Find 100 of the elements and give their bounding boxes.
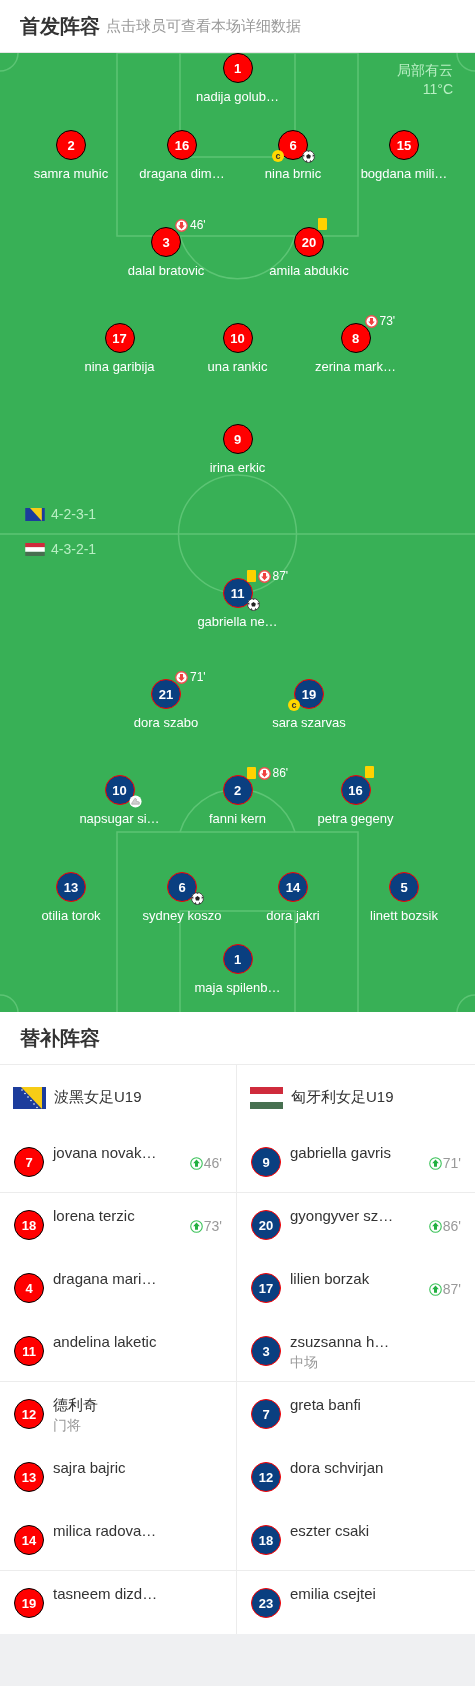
shirt-number[interactable]: 13 bbox=[56, 872, 86, 902]
player-name[interactable]: sara szarvas bbox=[272, 715, 346, 731]
player-name[interactable]: irina erkic bbox=[209, 460, 266, 476]
player-name[interactable]: greta banfi bbox=[290, 1395, 361, 1415]
shirt-number[interactable]: 11 bbox=[14, 1336, 44, 1366]
player-name[interactable]: dora szabo bbox=[133, 715, 199, 731]
substitution-on-icon bbox=[428, 1219, 442, 1233]
corner-arc bbox=[456, 53, 475, 72]
shirt-number[interactable]: 6 bbox=[167, 872, 197, 902]
player-name[interactable]: bogdana mili… bbox=[360, 166, 448, 182]
shirt-number[interactable]: 16 bbox=[340, 775, 371, 805]
captain-badge: c bbox=[272, 150, 284, 162]
player-name[interactable]: amila abdukic bbox=[269, 263, 349, 279]
shirt-number[interactable]: 10 bbox=[104, 775, 135, 805]
substitution-on-icon bbox=[189, 1156, 203, 1170]
player-name[interactable]: tasneem dizd… bbox=[53, 1584, 158, 1604]
team-name: 波黑女足U19 bbox=[54, 1088, 142, 1107]
substitution-off-icon bbox=[364, 314, 378, 328]
shirt-number[interactable]: 20 bbox=[294, 227, 324, 257]
player-name[interactable]: andelina laketic bbox=[53, 1332, 157, 1352]
player-name[interactable]: emilia csejtei bbox=[290, 1584, 376, 1604]
player-name[interactable]: lilien borzak bbox=[290, 1269, 370, 1289]
substitution-minute: 73' bbox=[203, 1218, 222, 1234]
player-name[interactable]: milica radova… bbox=[53, 1521, 157, 1541]
flag-icon bbox=[13, 1086, 46, 1109]
player-position: 门将 bbox=[53, 1416, 82, 1435]
shirt-number[interactable]: 18 bbox=[14, 1210, 44, 1240]
player-name[interactable]: lorena terzic bbox=[53, 1206, 135, 1226]
player-name[interactable]: dalal bratovic bbox=[127, 263, 205, 279]
captain-badge: c bbox=[288, 699, 300, 711]
ball-icon bbox=[191, 892, 204, 905]
shirt-number[interactable]: 15 bbox=[389, 130, 419, 160]
shirt-number[interactable]: 17 bbox=[251, 1273, 281, 1303]
player-name[interactable]: eszter csaki bbox=[290, 1521, 370, 1541]
corner-arc bbox=[456, 994, 475, 1012]
team-name: 匈牙利女足U19 bbox=[291, 1088, 394, 1107]
shirt-number[interactable]: 3 bbox=[251, 1336, 281, 1366]
player-name[interactable]: nina brnic bbox=[264, 166, 322, 182]
shirt-number[interactable]: 9 bbox=[251, 1147, 281, 1177]
shirt-number[interactable]: 4 bbox=[14, 1273, 44, 1303]
player-name[interactable]: linett bozsik bbox=[370, 908, 438, 924]
shirt-number[interactable]: 21 bbox=[151, 679, 181, 709]
player-name[interactable]: sajra bajric bbox=[53, 1458, 126, 1478]
substitution-off-icon bbox=[175, 670, 188, 684]
shirt-number[interactable]: 8 bbox=[340, 323, 371, 353]
shirt-number[interactable]: 12 bbox=[251, 1462, 281, 1492]
substitution-off-icon bbox=[257, 569, 271, 583]
player-name[interactable]: nadija golub… bbox=[195, 89, 280, 105]
shirt-number[interactable]: 1 bbox=[222, 944, 253, 974]
shirt-number[interactable]: 3 bbox=[151, 227, 181, 257]
player-name[interactable]: dora jakri bbox=[266, 908, 320, 924]
shirt-number[interactable]: 1 bbox=[222, 53, 253, 83]
substitution-minute: 46' bbox=[203, 1155, 222, 1171]
player-name[interactable]: gabriella gavris bbox=[290, 1143, 391, 1163]
shirt-number[interactable]: 7 bbox=[14, 1147, 44, 1177]
booking-card-icon bbox=[364, 766, 374, 778]
player-name[interactable]: gyongyver sz… bbox=[290, 1206, 394, 1226]
shirt-number[interactable]: 11 bbox=[222, 578, 253, 608]
formation-label: 4-2-3-1 bbox=[51, 506, 97, 522]
shirt-number[interactable]: 7 bbox=[251, 1399, 281, 1429]
player-name[interactable]: jovana novak… bbox=[53, 1143, 157, 1163]
player-name[interactable]: otilia torok bbox=[41, 908, 101, 924]
shirt-number[interactable]: 9 bbox=[222, 424, 253, 454]
player-name[interactable]: una rankic bbox=[207, 359, 268, 375]
substitution-minute: 71' bbox=[442, 1155, 461, 1171]
shirt-number[interactable]: 14 bbox=[278, 872, 308, 902]
shirt-number[interactable]: 16 bbox=[167, 130, 197, 160]
shirt-number[interactable]: 5 bbox=[389, 872, 419, 902]
formation-label: 4-3-2-1 bbox=[51, 541, 97, 557]
substitution-minute: 87' bbox=[272, 569, 289, 583]
player-name[interactable]: samra muhic bbox=[33, 166, 109, 182]
player-name[interactable]: gabriella ne… bbox=[197, 614, 278, 630]
player-name[interactable]: nina garibija bbox=[84, 359, 155, 375]
ball-icon bbox=[246, 598, 260, 611]
shirt-number[interactable]: 13 bbox=[14, 1462, 44, 1492]
shirt-number[interactable]: 10 bbox=[222, 323, 253, 353]
player-name[interactable]: dora schvirjan bbox=[290, 1458, 384, 1478]
player-name[interactable]: napsugar si… bbox=[79, 811, 160, 827]
player-name[interactable]: zsuzsanna h… bbox=[290, 1332, 390, 1352]
shirt-number[interactable]: 12 bbox=[14, 1399, 44, 1429]
player-name[interactable]: dragana dim… bbox=[139, 166, 225, 182]
shirt-number[interactable]: 18 bbox=[251, 1525, 281, 1555]
substitution-on-icon bbox=[428, 1282, 442, 1296]
player-name[interactable]: dragana mari… bbox=[53, 1269, 157, 1289]
section-hint: 点击球员可查看本场详细数据 bbox=[106, 16, 301, 36]
player-name[interactable]: sydney koszo bbox=[142, 908, 222, 924]
shirt-number[interactable]: 19 bbox=[14, 1588, 44, 1618]
shirt-number[interactable]: 23 bbox=[251, 1588, 281, 1618]
shirt-number[interactable]: 20 bbox=[251, 1210, 281, 1240]
shirt-number[interactable]: 17 bbox=[104, 323, 135, 353]
player-name[interactable]: 德利奇 bbox=[53, 1395, 98, 1415]
player-name[interactable]: fanni kern bbox=[208, 811, 267, 827]
ball-icon bbox=[302, 150, 315, 163]
player-name[interactable]: zerina mark… bbox=[315, 359, 396, 375]
player-name[interactable]: maja spilenb… bbox=[194, 980, 281, 996]
shirt-number[interactable]: 2 bbox=[222, 775, 253, 805]
shirt-number[interactable]: 2 bbox=[56, 130, 86, 160]
shirt-number[interactable]: 14 bbox=[14, 1525, 44, 1555]
substitution-on-icon bbox=[428, 1156, 442, 1170]
player-name[interactable]: petra gegeny bbox=[317, 811, 394, 827]
